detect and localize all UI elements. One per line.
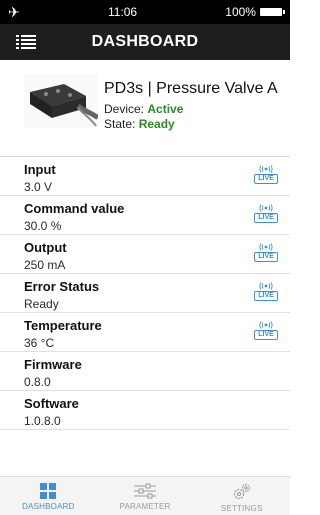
hamburger-menu-icon (16, 35, 36, 49)
live-label: LIVE (254, 330, 278, 340)
param-value: 36 °C (24, 336, 55, 350)
live-badge: LIVE (252, 282, 280, 306)
broadcast-icon (259, 243, 273, 251)
tab-parameter[interactable]: PARAMETER (97, 477, 194, 515)
valve-device-image (24, 74, 100, 128)
gears-icon (233, 483, 250, 500)
status-bar: ✈ 11:06 100% (0, 0, 290, 24)
device-status-value: Active (147, 102, 184, 116)
tab-label: SETTINGS (220, 504, 263, 513)
tab-label: PARAMETER (119, 502, 171, 511)
param-row-command-value[interactable]: Command value 30.0 % LIVE (0, 196, 290, 235)
param-value: 250 mA (24, 258, 66, 272)
device-state-label: State: (104, 117, 136, 131)
param-label: Command value (24, 201, 125, 216)
param-label: Firmware (24, 357, 82, 372)
status-time: 11:06 (107, 5, 138, 19)
param-label: Output (24, 240, 67, 255)
param-value: 3.0 V (24, 180, 53, 194)
param-label: Input (24, 162, 56, 177)
param-value: 1.0.8.0 (24, 414, 61, 428)
broadcast-icon (259, 321, 273, 329)
dashboard-grid-icon (40, 483, 57, 499)
param-label: Software (24, 396, 79, 411)
device-status-line: Device: Active (104, 102, 183, 116)
sliders-icon (134, 483, 156, 499)
param-row-input[interactable]: Input 3.0 V LIVE (0, 157, 290, 196)
param-value: 30.0 % (24, 219, 62, 233)
menu-button[interactable] (8, 24, 44, 60)
param-label: Error Status (24, 279, 100, 294)
live-label: LIVE (254, 252, 278, 262)
app-header: DASHBOARD (0, 24, 290, 60)
airplane-icon: ✈ (8, 4, 20, 20)
broadcast-icon (259, 165, 273, 173)
live-badge: LIVE (252, 321, 280, 345)
live-label: LIVE (254, 174, 278, 184)
param-label: Temperature (24, 318, 102, 333)
tab-settings[interactable]: SETTINGS (193, 477, 290, 515)
bottom-tab-bar: DASHBOARD PARAMETER SETTINGS (0, 476, 290, 515)
param-row-output[interactable]: Output 250 mA LIVE (0, 235, 290, 274)
param-row-firmware[interactable]: Firmware 0.8.0 (0, 352, 290, 391)
parameter-list: Input 3.0 V LIVE Command value 30.0 % LI… (0, 157, 290, 476)
param-value: 0.8.0 (24, 375, 51, 389)
device-state-line: State: Ready (104, 117, 175, 131)
tab-label: DASHBOARD (22, 502, 75, 511)
battery-indicator: 100% (225, 5, 285, 19)
device-card[interactable]: PD3s | Pressure Valve A Device: Active S… (0, 60, 290, 157)
param-row-software[interactable]: Software 1.0.8.0 (0, 391, 290, 430)
live-badge: LIVE (252, 204, 280, 228)
tab-dashboard[interactable]: DASHBOARD (0, 477, 97, 515)
device-status-label: Device: (104, 102, 145, 116)
param-value: Ready (24, 297, 59, 311)
live-label: LIVE (254, 291, 278, 301)
param-row-error-status[interactable]: Error Status Ready LIVE (0, 274, 290, 313)
device-state-value: Ready (138, 117, 175, 131)
battery-percent: 100% (225, 5, 256, 19)
live-label: LIVE (254, 213, 278, 223)
live-badge: LIVE (252, 165, 280, 189)
battery-icon (259, 8, 285, 16)
broadcast-icon (259, 282, 273, 290)
param-row-temperature[interactable]: Temperature 36 °C LIVE (0, 313, 290, 352)
live-badge: LIVE (252, 243, 280, 267)
broadcast-icon (259, 204, 273, 212)
device-name: PD3s | Pressure Valve A (104, 80, 278, 97)
